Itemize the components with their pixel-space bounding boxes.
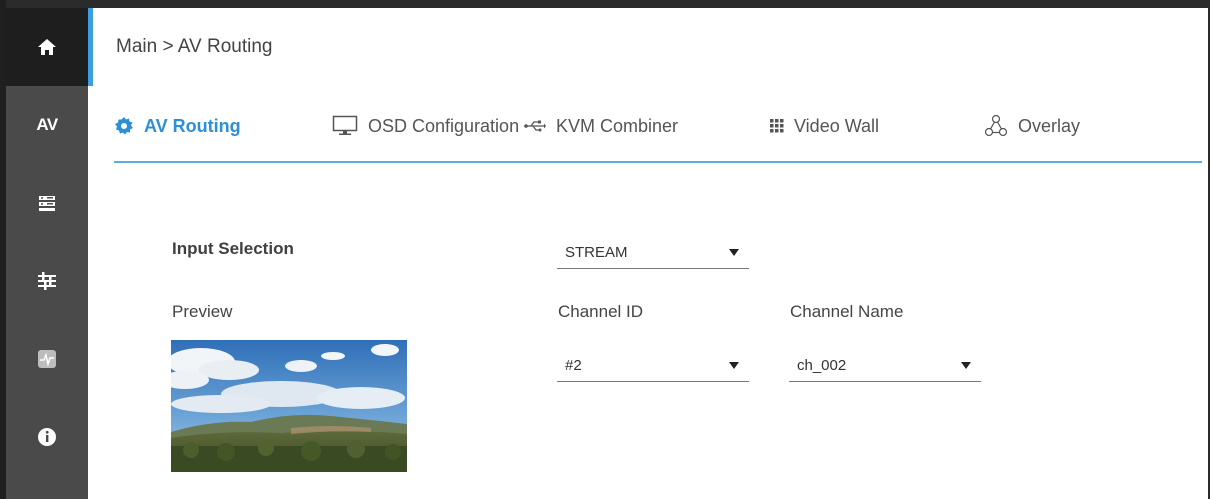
tab-osd-configuration[interactable]: OSD Configuration [332,108,519,144]
tab-osd-configuration-label: OSD Configuration [368,115,520,136]
chevron-down-icon [729,361,739,369]
tab-av-routing[interactable]: AV Routing [114,108,241,144]
sidebar-item-home[interactable] [6,8,88,86]
channel-name-dropdown[interactable]: ch_002 [789,349,981,382]
stream-preview-image [171,340,407,472]
sliders-icon [37,271,57,291]
server-icon [37,193,57,213]
usb-icon [524,119,546,133]
sidebar: AV [6,8,88,499]
tab-overlay-label: Overlay [1018,115,1081,136]
sidebar-item-info[interactable] [6,398,88,476]
active-section-indicator [88,8,93,86]
channel-id-value: #2 [565,356,582,374]
home-icon [37,37,57,57]
channel-id-dropdown[interactable]: #2 [557,349,749,382]
tab-overlay[interactable]: Overlay [984,108,1080,144]
monitor-pulse-icon [37,349,57,369]
window-top-border [0,0,1210,8]
monitor-icon [332,115,358,137]
input-selection-label: Input Selection [172,239,294,258]
tab-bar-underline [114,161,1202,163]
tab-video-wall-label: Video Wall [794,115,880,136]
sidebar-item-settings[interactable] [6,242,88,320]
tab-video-wall[interactable]: Video Wall [770,108,879,144]
tab-kvm-combiner[interactable]: KVM Combiner [524,108,678,144]
tab-av-routing-label: AV Routing [144,115,241,136]
grid-icon [770,119,784,133]
chevron-down-icon [729,248,739,256]
input-selection-dropdown[interactable]: STREAM [557,236,749,269]
chevron-down-icon [961,361,971,369]
channel-id-label: Channel ID [558,302,644,321]
breadcrumb: Main > AV Routing [116,36,273,57]
channel-name-value: ch_002 [797,356,847,374]
sidebar-item-devices[interactable] [6,164,88,242]
tab-kvm-combiner-label: KVM Combiner [556,115,679,136]
preview-label: Preview [172,302,233,321]
info-icon [37,427,57,447]
sidebar-item-av[interactable]: AV [6,86,88,164]
channel-name-label: Channel Name [790,302,904,321]
sidebar-item-av-label: AV [36,115,58,134]
overlay-icon [984,114,1008,138]
gear-icon [114,116,134,136]
sidebar-item-diagnostics[interactable] [6,320,88,398]
input-selection-value: STREAM [565,243,628,261]
